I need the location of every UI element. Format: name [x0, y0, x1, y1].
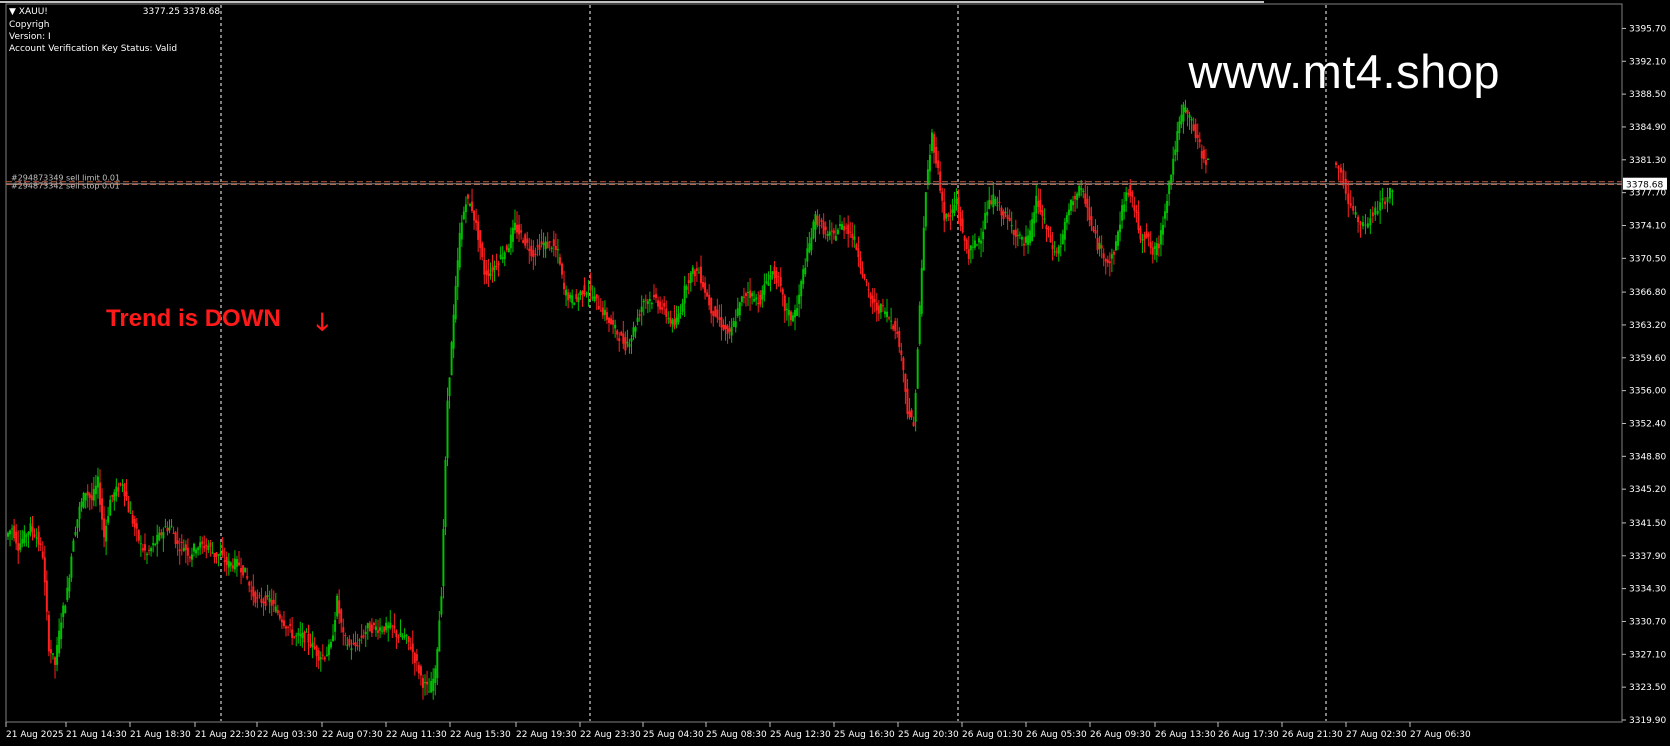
time-label: 22 Aug 07:30 — [322, 730, 383, 740]
price-label: 3388.50 — [1629, 90, 1666, 100]
order-label: #294873342 sell stop 0.01 — [11, 181, 120, 190]
price-label: 3327.10 — [1629, 650, 1666, 660]
time-label: 27 Aug 06:30 — [1410, 730, 1471, 740]
price-label: 3334.30 — [1629, 585, 1666, 595]
price-label: 3395.70 — [1629, 24, 1666, 34]
trend-down-arrow-icon: 🡓 — [316, 308, 329, 336]
trend-label: Trend is DOWN — [106, 305, 281, 332]
symbol-name: XAUU! — [18, 7, 48, 17]
collapse-triangle-icon[interactable]: ▼ — [9, 7, 16, 17]
candle[interactable] — [916, 346, 919, 390]
time-label: 26 Aug 05:30 — [1026, 730, 1087, 740]
candle[interactable] — [244, 567, 247, 573]
time-label: 25 Aug 12:30 — [770, 730, 831, 740]
symbol-header[interactable]: ▼ XAUU! 3377.25 3378.68 — [9, 6, 220, 18]
candle[interactable] — [450, 340, 453, 376]
time-label: 27 Aug 02:30 — [1346, 730, 1407, 740]
time-label: 26 Aug 17:30 — [1218, 730, 1279, 740]
candle[interactable] — [64, 604, 67, 614]
price-label: 3370.50 — [1629, 254, 1666, 264]
copyright-line: Copyrigh — [9, 20, 50, 30]
candle[interactable] — [82, 491, 85, 509]
time-label: 25 Aug 20:30 — [898, 730, 959, 740]
candle[interactable] — [336, 593, 339, 620]
bid-ask: 3377.25 3378.68 — [142, 7, 221, 17]
candle[interactable] — [930, 128, 933, 154]
time-label: 26 Aug 09:30 — [1090, 730, 1151, 740]
price-label: 3366.80 — [1629, 288, 1666, 298]
candle[interactable] — [812, 219, 815, 240]
time-label: 22 Aug 19:30 — [516, 730, 577, 740]
candle[interactable] — [924, 191, 927, 231]
verification-status: Account Verification Key Status: Valid — [9, 44, 178, 54]
price-label: 3359.60 — [1629, 354, 1666, 364]
price-label: 3337.90 — [1629, 552, 1666, 562]
time-label: 26 Aug 21:30 — [1282, 730, 1343, 740]
time-label: 21 Aug 2025 — [6, 730, 64, 740]
price-label: 3363.20 — [1629, 321, 1666, 331]
price-label: 3392.10 — [1629, 57, 1666, 67]
time-label: 22 Aug 11:30 — [386, 730, 447, 740]
time-label: 21 Aug 18:30 — [130, 730, 191, 740]
price-label: 3348.80 — [1629, 452, 1666, 462]
time-label: 22 Aug 23:30 — [580, 730, 641, 740]
time-label: 25 Aug 16:30 — [834, 730, 895, 740]
time-label: 21 Aug 22:30 — [195, 730, 256, 740]
candle[interactable] — [444, 456, 447, 536]
chart-canvas[interactable]: #294873349 sell limit 0.01#294873342 sel… — [0, 0, 1670, 746]
price-label: 3319.90 — [1629, 716, 1666, 726]
candle[interactable] — [714, 305, 717, 318]
time-label: 22 Aug 03:30 — [257, 730, 318, 740]
time-label: 22 Aug 15:30 — [450, 730, 511, 740]
watermark: www.mt4.shop — [1188, 45, 1500, 98]
version-line: Version: I — [9, 32, 51, 42]
candle[interactable] — [920, 259, 923, 317]
current-price-label: 3378.68 — [1626, 181, 1663, 191]
price-label: 3381.30 — [1629, 156, 1666, 166]
price-label: 3356.00 — [1629, 387, 1666, 397]
candle[interactable] — [70, 553, 73, 582]
time-label: 26 Aug 13:30 — [1155, 730, 1216, 740]
time-label: 25 Aug 08:30 — [706, 730, 767, 740]
price-label: 3341.50 — [1629, 519, 1666, 529]
price-label: 3323.50 — [1629, 683, 1666, 693]
price-label: 3352.40 — [1629, 419, 1666, 429]
candle[interactable] — [47, 610, 50, 657]
time-label: 21 Aug 14:30 — [66, 730, 127, 740]
price-label: 3345.20 — [1629, 485, 1666, 495]
price-label: 3384.90 — [1629, 123, 1666, 133]
time-label: 26 Aug 01:30 — [962, 730, 1023, 740]
price-label: 3374.10 — [1629, 221, 1666, 231]
candle[interactable] — [918, 301, 921, 346]
time-label: 25 Aug 04:30 — [643, 730, 704, 740]
price-label: 3330.70 — [1629, 617, 1666, 627]
